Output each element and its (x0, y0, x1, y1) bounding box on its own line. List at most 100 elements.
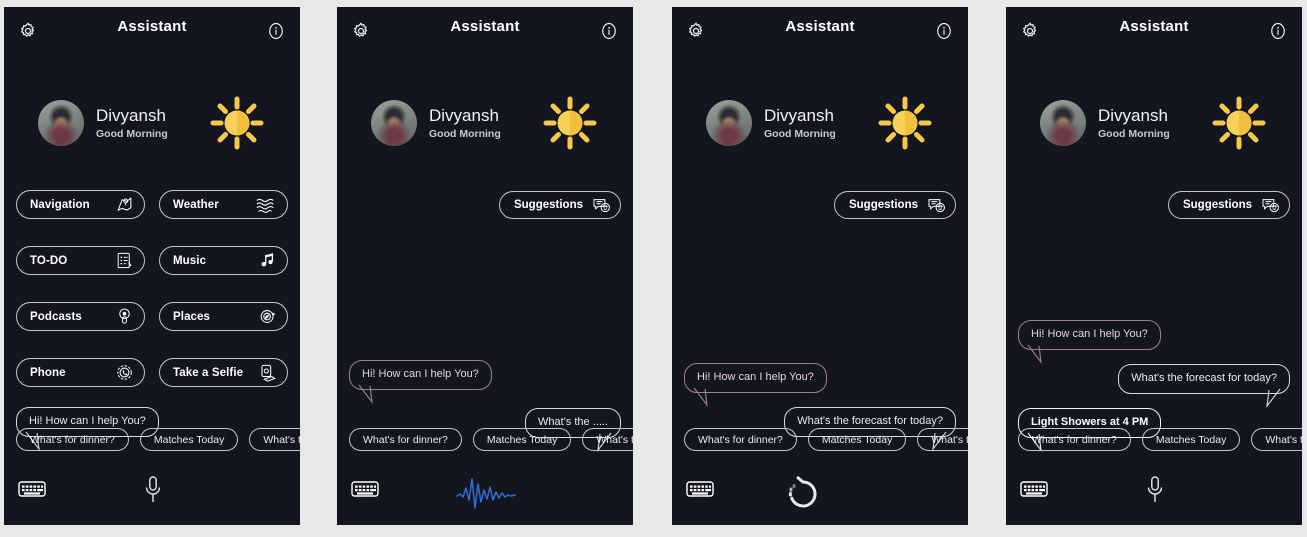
menu-item-places[interactable]: Places (159, 302, 288, 331)
suggestions-label: Suggestions (848, 199, 918, 211)
panel-listening: Assistant Divyansh Good Morning Suggesti… (337, 7, 633, 525)
panel-header: Assistant (337, 7, 633, 55)
keyboard-icon[interactable] (18, 479, 46, 499)
menu-item-label: Podcasts (30, 310, 82, 323)
page-title: Assistant (117, 18, 187, 35)
panel-processing: Assistant Divyansh Good Morning Suggesti… (672, 7, 968, 525)
info-icon[interactable] (934, 21, 954, 41)
menu-item-label: Weather (173, 198, 219, 211)
bubble-text: Hi! How can I help You? (1031, 328, 1148, 340)
greeting-subtitle: Good Morning (1098, 128, 1170, 140)
keyboard-icon[interactable] (686, 479, 714, 499)
greeting-block: Divyansh Good Morning (38, 90, 280, 156)
bubble-text: What's the forecast for today? (1131, 372, 1277, 384)
greeting-block: Divyansh Good Morning (706, 90, 948, 156)
bubble-tail-icon (358, 384, 380, 406)
keyboard-icon[interactable] (351, 479, 379, 499)
user-name: Divyansh (96, 106, 166, 125)
avatar[interactable] (371, 100, 417, 146)
user-message-bubble: What's the forecast for today? (1118, 364, 1290, 408)
menu-item-label: Navigation (30, 198, 90, 211)
avatar[interactable] (38, 100, 84, 146)
user-name: Divyansh (1098, 106, 1168, 125)
sun-icon (1210, 94, 1268, 152)
chip-news[interactable]: What's the news today? (582, 428, 633, 451)
bubble-text: Hi! How can I help You? (362, 368, 479, 380)
gear-icon[interactable] (351, 21, 371, 41)
sun-icon (541, 94, 599, 152)
sun-icon (876, 94, 934, 152)
chip-matches[interactable]: Matches Today (139, 428, 239, 451)
bottom-bar (1006, 471, 1302, 517)
gear-icon[interactable] (1020, 21, 1040, 41)
suggestion-chips-row: What's for dinner? Matches Today What's … (1018, 428, 1302, 451)
menu-item-todo[interactable]: TO-DO (16, 246, 145, 275)
suggestion-chips-row: What's for dinner? Matches Today What's … (684, 428, 968, 451)
menu-item-label: Places (173, 310, 211, 323)
menu-item-music[interactable]: Music (159, 246, 288, 275)
gear-icon[interactable] (18, 21, 38, 41)
suggestions-button[interactable]: Suggestions (1167, 191, 1290, 219)
bubble-tail-icon (1027, 344, 1049, 366)
menu-item-label: TO-DO (30, 254, 68, 267)
bubble-tail-icon (693, 387, 715, 409)
compass-icon (258, 307, 277, 326)
chip-dinner[interactable]: What's for dinner? (16, 428, 129, 451)
chip-dinner[interactable]: What's for dinner? (684, 428, 797, 451)
menu-item-label: Phone (30, 366, 66, 379)
bottom-bar (337, 471, 633, 517)
suggestions-label: Suggestions (513, 199, 583, 211)
assistant-screens-board: Assistant Divyansh Good Morning Navigati… (0, 0, 1307, 537)
chip-news[interactable]: What's the news today? (1251, 428, 1302, 451)
greeting-subtitle: Good Morning (429, 128, 501, 140)
info-icon[interactable] (266, 21, 286, 41)
chat-smiley-icon (591, 195, 612, 215)
chip-matches[interactable]: Matches Today (472, 428, 572, 451)
greeting-subtitle: Good Morning (96, 128, 168, 140)
bubble-text: Light Showers at 4 PM (1031, 416, 1149, 428)
menu-item-phone[interactable]: Phone (16, 358, 145, 387)
podcast-mic-icon (115, 307, 134, 326)
keyboard-icon[interactable] (1020, 479, 1048, 499)
bubble-text: Hi! How can I help You? (29, 415, 146, 427)
microphone-icon[interactable] (1142, 473, 1168, 507)
avatar[interactable] (1040, 100, 1086, 146)
audio-waveform-icon[interactable] (455, 475, 517, 513)
assistant-message-bubble: Hi! How can I help You? (684, 363, 827, 407)
suggestions-label: Suggestions (1182, 199, 1252, 211)
panel-header: Assistant (1006, 7, 1302, 55)
assistant-message-bubble: Hi! How can I help You? (1018, 320, 1161, 364)
camera-phone-icon (258, 363, 277, 382)
suggestion-chips-row: What's for dinner? Matches Today What's … (16, 428, 300, 451)
phone-icon (115, 363, 134, 382)
suggestion-chips-row: What's for dinner? Matches Today What's … (349, 428, 633, 451)
menu-item-podcasts[interactable]: Podcasts (16, 302, 145, 331)
greeting-block: Divyansh Good Morning (1040, 90, 1282, 156)
bubble-text: What's the forecast for today? (797, 415, 943, 427)
suggestions-button[interactable]: Suggestions (498, 191, 621, 219)
menu-item-label: Take a Selfie (173, 366, 244, 379)
panel-header: Assistant (672, 7, 968, 55)
panel-home: Assistant Divyansh Good Morning Navigati… (4, 7, 300, 525)
menu-item-label: Music (173, 254, 207, 267)
bottom-bar (672, 471, 968, 517)
menu-item-weather[interactable]: Weather (159, 190, 288, 219)
greeting-block: Divyansh Good Morning (371, 90, 613, 156)
microphone-icon[interactable] (140, 473, 166, 507)
chip-matches[interactable]: Matches Today (1141, 428, 1241, 451)
sun-icon (208, 94, 266, 152)
chip-dinner[interactable]: What's for dinner? (349, 428, 462, 451)
info-icon[interactable] (1268, 21, 1288, 41)
chip-dinner[interactable]: What's for dinner? (1018, 428, 1131, 451)
chip-matches[interactable]: Matches Today (807, 428, 907, 451)
avatar[interactable] (706, 100, 752, 146)
user-name: Divyansh (764, 106, 834, 125)
menu-item-navigation[interactable]: Navigation (16, 190, 145, 219)
chip-news[interactable]: What's the news today? (249, 428, 300, 451)
chip-news[interactable]: What's the news today? (917, 428, 968, 451)
gear-icon[interactable] (686, 21, 706, 41)
info-icon[interactable] (599, 21, 619, 41)
loading-spinner-icon[interactable] (782, 475, 824, 515)
suggestions-button[interactable]: Suggestions (833, 191, 956, 219)
menu-item-take-a-selfie[interactable]: Take a Selfie (159, 358, 288, 387)
